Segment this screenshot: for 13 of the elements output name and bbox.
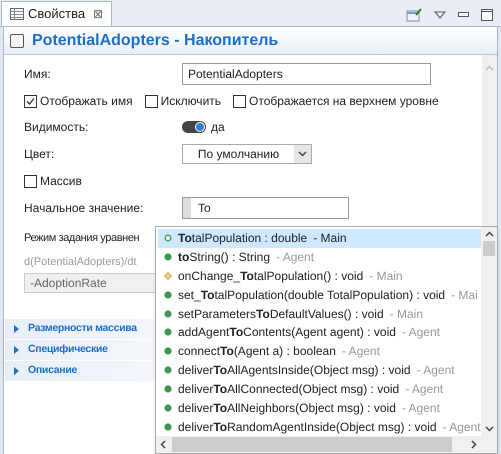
field-label: Видимость: xyxy=(24,119,90,136)
field-label: Цвет: xyxy=(24,146,56,163)
equation-label: d(PotentialAdopters)/dt xyxy=(24,254,137,270)
checkbox-label: Исключить xyxy=(160,93,222,110)
field-label: Имя: xyxy=(24,66,52,83)
tab-label: Свойства xyxy=(28,5,86,24)
field-label: Начальное значение: xyxy=(24,200,144,217)
checkbox-label: Отображается на верхнем уровне xyxy=(249,93,439,110)
checkbox-label: Массив xyxy=(40,173,82,190)
header-title: PotentialAdopters - Накопитель xyxy=(32,30,278,50)
field-label: Режим задания уравнен xyxy=(24,230,140,246)
toggle-label: да xyxy=(211,119,225,136)
checkbox-label: Отображать имя xyxy=(40,93,133,110)
